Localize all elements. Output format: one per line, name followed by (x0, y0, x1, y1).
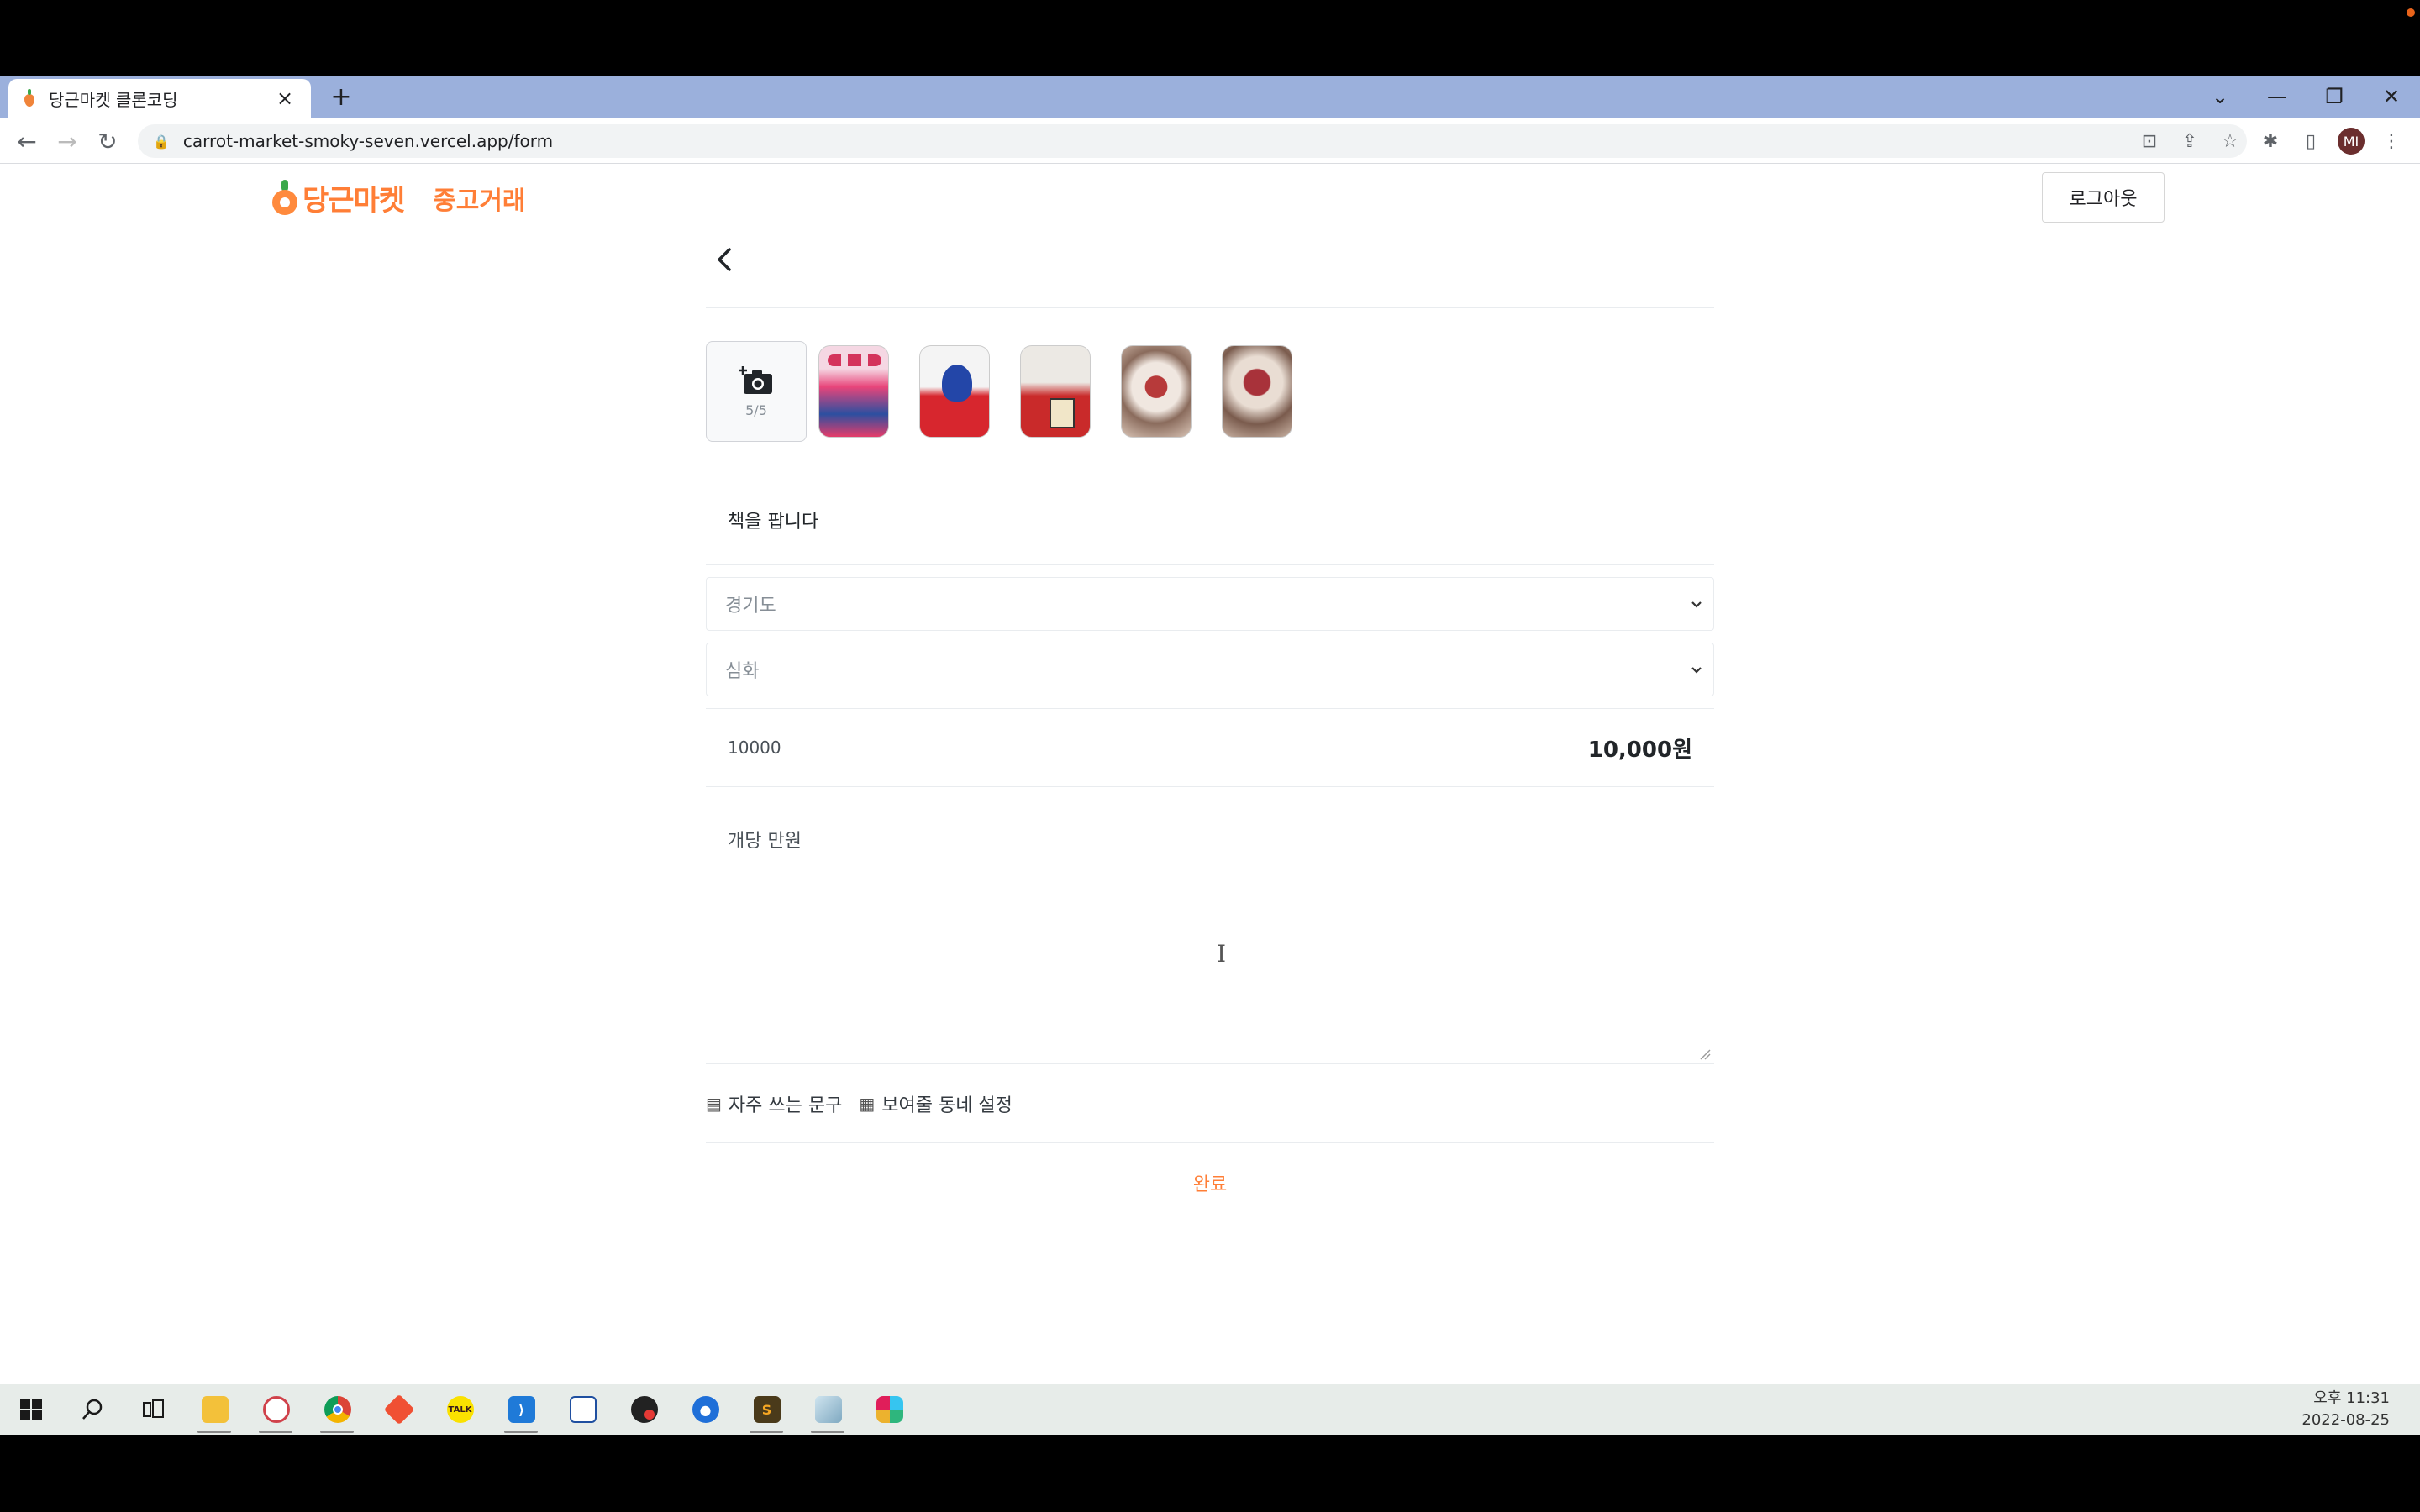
text-cursor-icon: I (1217, 940, 1227, 968)
tab-title: 당근마켓 클론코딩 (49, 89, 178, 110)
screen: 당근마켓 클론코딩 × + ⌄ — ❐ ✕ ← → ↻ 🔒 carrot-mar… (0, 0, 2420, 1512)
neighborhood-setting-link[interactable]: 보여줄 동네 설정 (881, 1090, 1013, 1117)
title-value: 책을 팝니다 (728, 512, 819, 533)
task-view-icon[interactable] (123, 1384, 184, 1435)
window-controls: ⌄ — ❐ ✕ (2191, 76, 2420, 118)
app-icon-2[interactable] (797, 1384, 859, 1435)
district-select[interactable]: 심화 (706, 643, 1714, 696)
kakaotalk-icon[interactable]: TALK (429, 1384, 491, 1435)
price-formatted: 10,000원 (1587, 737, 1692, 763)
tab-strip: 당근마켓 클론코딩 × + ⌄ — ❐ ✕ (0, 76, 2420, 118)
reload-icon[interactable]: ↻ (91, 124, 124, 158)
title-field[interactable]: 책을 팝니다 (706, 475, 1714, 565)
app-icon[interactable] (613, 1384, 675, 1435)
restore-icon[interactable]: ❐ (2306, 76, 2363, 118)
form-header (706, 231, 1714, 308)
form-options: ▤ 자주 쓰는 문구 ▦ 보여줄 동네 설정 (706, 1064, 1714, 1143)
chrome-icon[interactable] (307, 1384, 368, 1435)
minimize-icon[interactable]: — (2249, 76, 2306, 118)
district-selected: 심화 (725, 661, 760, 682)
browser-tab[interactable]: 당근마켓 클론코딩 × (8, 79, 311, 118)
region-select[interactable]: 경기도 (706, 577, 1714, 631)
back-arrow-icon[interactable] (706, 241, 743, 278)
photo-thumbnail[interactable] (919, 345, 990, 438)
photo-thumbnail[interactable] (1020, 345, 1091, 438)
region-selected: 경기도 (725, 596, 776, 617)
browser-chrome: 당근마켓 클론코딩 × + ⌄ — ❐ ✕ ← → ↻ 🔒 carrot-mar… (0, 76, 2420, 164)
sublime-icon[interactable]: S (736, 1384, 797, 1435)
carrot-favicon-icon (22, 89, 37, 108)
photo-count: 5/5 (745, 402, 767, 418)
photo-upload-row: 5/5 (706, 308, 1714, 475)
address-bar[interactable]: 🔒 carrot-market-smoky-seven.vercel.app/f… (138, 124, 2247, 158)
forward-nav-icon[interactable]: → (50, 124, 84, 158)
translate-icon[interactable]: ⊡ (2129, 124, 2170, 158)
add-photo-button[interactable]: 5/5 (706, 341, 807, 442)
windows-taskbar: TALK ⟩ ● S 오후 11:31 2022-08-25 (0, 1384, 2420, 1435)
carrot-logo-icon (271, 179, 299, 217)
brand-name: 당근마켓 (302, 184, 405, 218)
photo-thumbnail[interactable] (1222, 345, 1292, 438)
snipping-icon[interactable] (552, 1384, 613, 1435)
browser-toolbar: ← → ↻ 🔒 carrot-market-smoky-seven.vercel… (0, 118, 2420, 164)
description-value: 개당 만원 (728, 831, 802, 852)
vscode-icon[interactable]: ⟩ (491, 1384, 552, 1435)
tab-search-icon[interactable]: ⌄ (2191, 76, 2249, 118)
system-clock[interactable]: 오후 11:31 2022-08-25 (2302, 1388, 2390, 1431)
toolbar-actions: ⊡ ⇪ ☆ ✱ ▯ MI ⋮ (2129, 124, 2412, 158)
submit-button[interactable]: 완료 (1193, 1169, 1227, 1196)
share-icon[interactable]: ⇪ (2170, 124, 2210, 158)
windows-start-icon[interactable] (0, 1384, 61, 1435)
paint-icon[interactable] (245, 1384, 307, 1435)
extensions-icon[interactable]: ✱ (2250, 124, 2291, 158)
side-panel-icon[interactable]: ▯ (2291, 124, 2331, 158)
web-page: 당근마켓 중고거래 로그아웃 5/5 책을 팝니다 경기도 심화 10000 1… (0, 164, 2420, 1384)
more-menu-icon[interactable]: ⋮ (2371, 124, 2412, 158)
maps-icon[interactable]: ● (675, 1384, 736, 1435)
bookmark-star-icon[interactable]: ☆ (2210, 124, 2250, 158)
back-nav-icon[interactable]: ← (10, 124, 44, 158)
logout-button[interactable]: 로그아웃 (2042, 172, 2165, 223)
chevron-down-icon (1691, 667, 1702, 674)
search-icon[interactable] (61, 1384, 123, 1435)
submit-row: 완료 (706, 1143, 1714, 1222)
lock-icon: 🔒 (153, 133, 170, 150)
section-name: 중고거래 (433, 186, 526, 216)
chevron-down-icon (1691, 601, 1702, 608)
photo-thumbnail[interactable] (1121, 345, 1192, 438)
slack-icon[interactable] (859, 1384, 920, 1435)
price-input: 10000 (728, 738, 781, 758)
site-logo[interactable]: 당근마켓 중고거래 (271, 177, 526, 218)
new-tab-button[interactable]: + (326, 82, 356, 113)
clock-time: 오후 11:31 (2313, 1389, 2390, 1407)
clock-date: 2022-08-25 (2302, 1411, 2390, 1429)
close-window-icon[interactable]: ✕ (2363, 76, 2420, 118)
avatar: MI (2338, 128, 2365, 155)
resize-grip-icon[interactable] (1699, 1048, 1711, 1060)
frequent-phrases-link[interactable]: 자주 쓰는 문구 (729, 1090, 842, 1117)
camera-plus-icon (739, 365, 772, 394)
url-text: carrot-market-smoky-seven.vercel.app/for… (182, 131, 554, 151)
product-form: 5/5 책을 팝니다 경기도 심화 10000 10,000원 개당 만원 I … (706, 231, 1714, 1222)
memo-icon: ▤ (706, 1093, 722, 1114)
photo-thumbnail[interactable] (818, 345, 889, 438)
profile-button[interactable]: MI (2331, 124, 2371, 158)
file-explorer-icon[interactable] (184, 1384, 245, 1435)
recording-indicator (2407, 8, 2415, 17)
description-textarea[interactable]: 개당 만원 I (706, 787, 1714, 1064)
git-icon[interactable] (368, 1384, 429, 1435)
neighborhood-icon: ▦ (859, 1093, 876, 1114)
price-field[interactable]: 10000 10,000원 (706, 708, 1714, 787)
tab-close-icon[interactable]: × (272, 88, 297, 108)
